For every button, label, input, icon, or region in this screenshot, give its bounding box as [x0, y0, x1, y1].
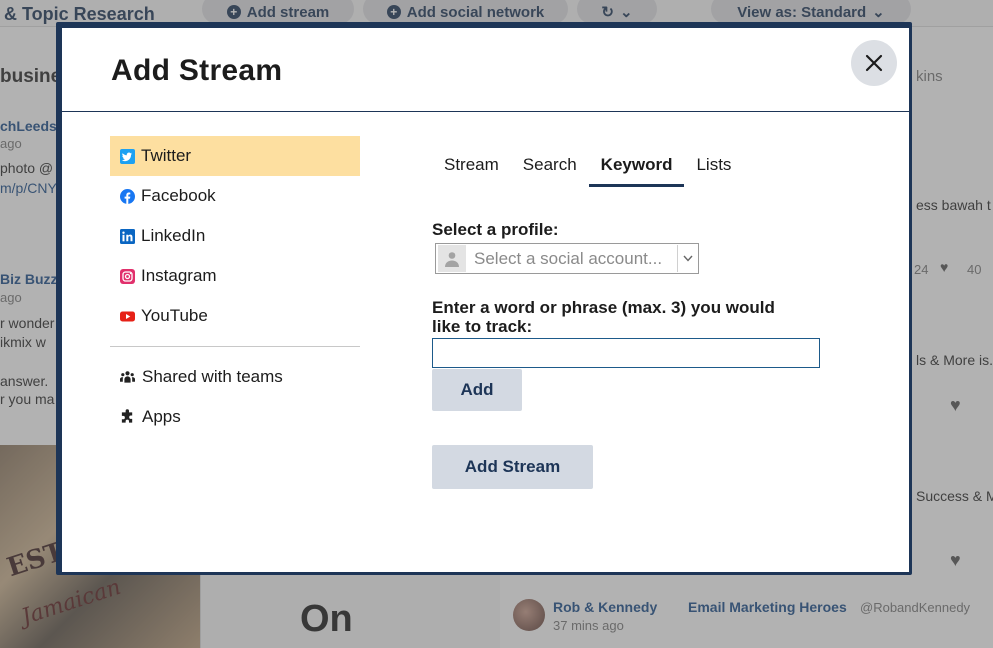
keyword-input[interactable]: [432, 338, 820, 368]
network-item-twitter[interactable]: Twitter: [110, 136, 360, 176]
user-icon: [438, 245, 466, 272]
instagram-icon: [120, 268, 135, 284]
chevron-down-icon: [677, 245, 698, 272]
tab-stream[interactable]: Stream: [432, 145, 511, 184]
team-icon: [120, 370, 135, 385]
tab-lists[interactable]: Lists: [684, 145, 743, 184]
dialog-title: Add Stream: [111, 54, 283, 87]
add-stream-dialog: Add Stream Twitter Facebook LinkedIn Ins…: [56, 22, 912, 575]
apps-item[interactable]: Apps: [110, 397, 360, 437]
keyword-label: Enter a word or phrase (max. 3) you woul…: [432, 298, 775, 336]
facebook-icon: [120, 188, 135, 204]
network-item-youtube[interactable]: YouTube: [110, 296, 360, 336]
network-item-linkedin[interactable]: LinkedIn: [110, 216, 360, 256]
twitter-icon: [120, 148, 135, 164]
shared-with-teams-item[interactable]: Shared with teams: [110, 357, 360, 397]
profile-select-placeholder: Select a social account...: [474, 248, 663, 268]
profile-label: Select a profile:: [432, 220, 559, 239]
tab-search[interactable]: Search: [511, 145, 589, 184]
sidebar-divider: [110, 346, 360, 347]
network-sidebar: Twitter Facebook LinkedIn Instagram YouT…: [110, 136, 360, 437]
youtube-icon: [120, 309, 135, 324]
profile-select[interactable]: Select a social account...: [435, 243, 699, 274]
dialog-header: Add Stream: [62, 28, 909, 112]
network-item-facebook[interactable]: Facebook: [110, 176, 360, 216]
puzzle-icon: [120, 409, 135, 425]
network-item-instagram[interactable]: Instagram: [110, 256, 360, 296]
close-icon: [865, 54, 883, 72]
dialog-body: Add Stream Twitter Facebook LinkedIn Ins…: [62, 28, 909, 572]
linkedin-icon: [120, 228, 135, 244]
close-button[interactable]: [851, 40, 897, 86]
stream-type-tabs: Stream Search Keyword Lists: [432, 145, 743, 187]
tab-keyword[interactable]: Keyword: [588, 145, 685, 187]
add-keyword-button[interactable]: Add: [432, 369, 522, 411]
add-stream-button[interactable]: Add Stream: [432, 445, 593, 489]
